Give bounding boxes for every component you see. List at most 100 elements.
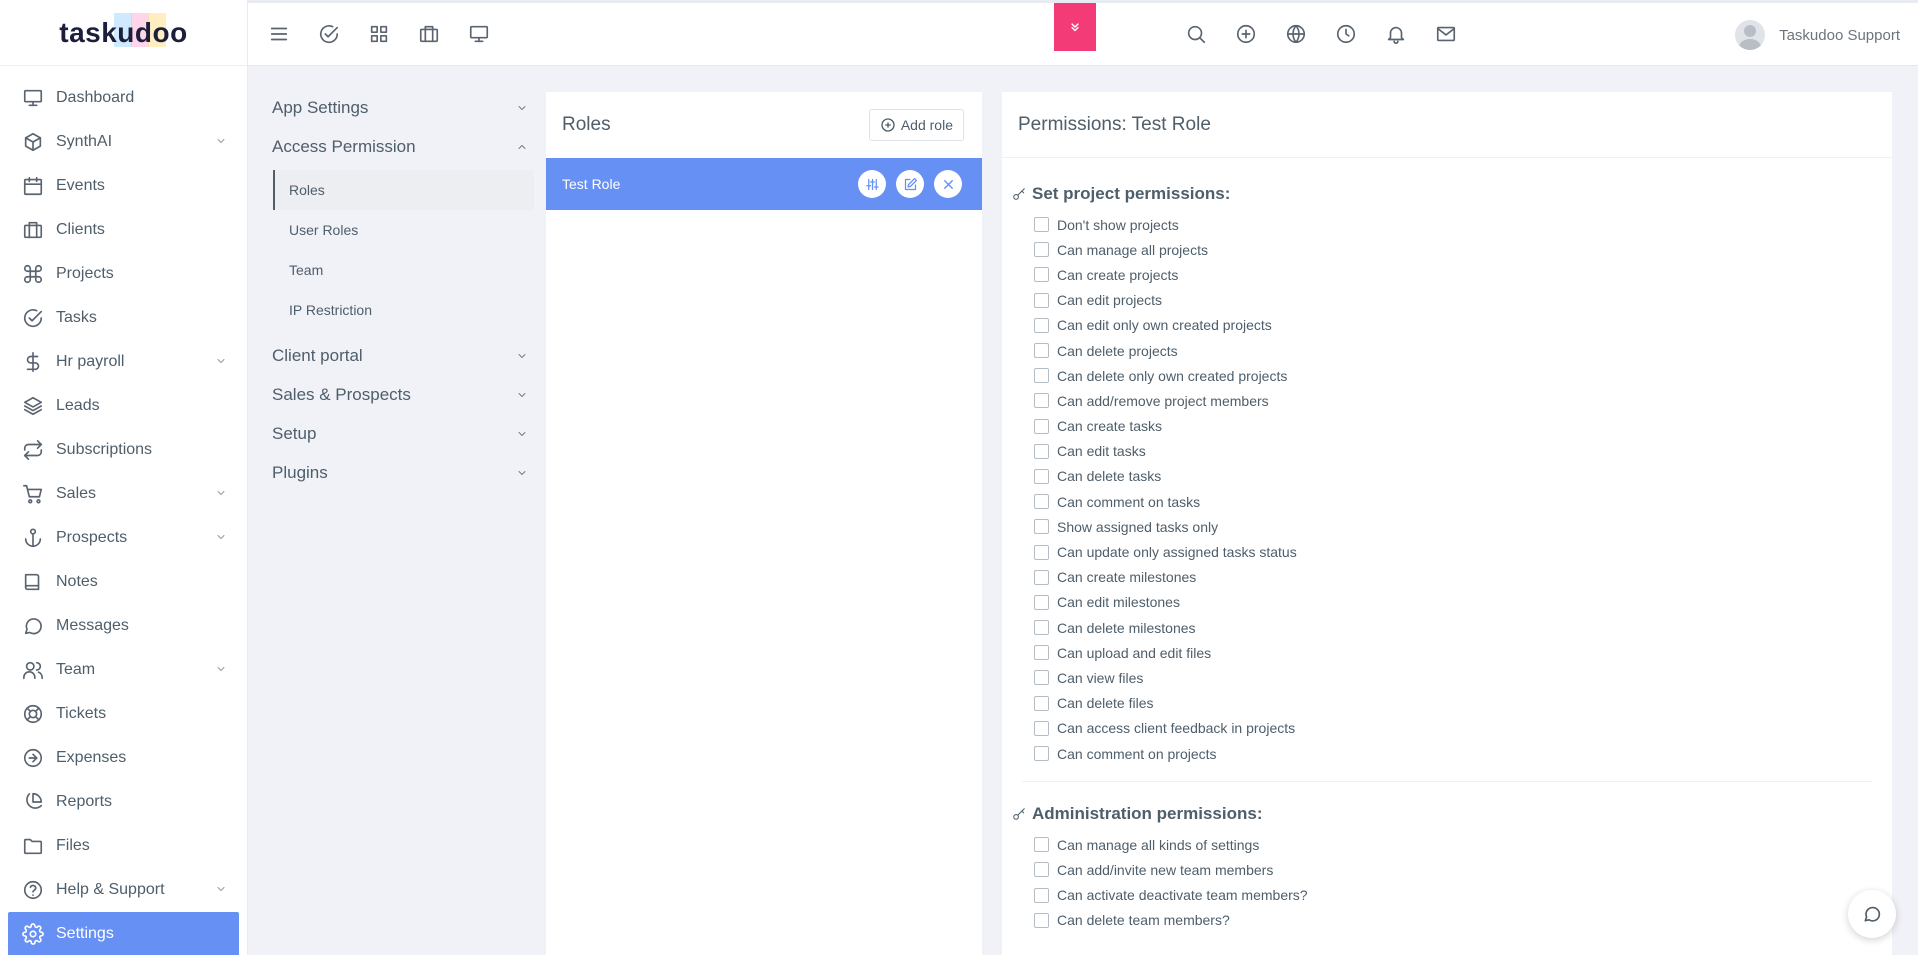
permission-item[interactable]: Can create projects	[1012, 262, 1892, 287]
user-menu[interactable]: Taskudoo Support	[1735, 20, 1900, 50]
topbar-toggle-button[interactable]	[1054, 3, 1096, 51]
permission-item[interactable]: Can add/remove project members	[1012, 388, 1892, 413]
permission-checkbox[interactable]	[1034, 494, 1049, 510]
sidebar-item-files[interactable]: Files	[0, 824, 247, 868]
permission-checkbox[interactable]	[1034, 569, 1049, 585]
permission-item[interactable]: Can edit milestones	[1012, 590, 1892, 615]
permission-checkbox[interactable]	[1034, 519, 1049, 535]
topbar-check-circle-button[interactable]	[318, 23, 340, 45]
permission-item[interactable]: Can create tasks	[1012, 414, 1892, 439]
logo[interactable]: taskudoo	[0, 0, 247, 66]
sidebar-item-events[interactable]: Events	[0, 164, 247, 208]
permission-checkbox[interactable]	[1034, 695, 1049, 711]
permission-checkbox[interactable]	[1034, 343, 1049, 359]
sidebar-item-sales[interactable]: Sales	[0, 472, 247, 516]
settings-group-client-portal[interactable]: Client portal	[272, 336, 534, 375]
permission-item[interactable]: Can add/invite new team members	[1012, 857, 1892, 882]
role-edit-button[interactable]	[896, 170, 924, 198]
permission-item[interactable]: Can delete files	[1012, 691, 1892, 716]
topbar-bell-button[interactable]	[1385, 23, 1407, 45]
topbar-monitor-button[interactable]	[468, 23, 490, 45]
permission-checkbox[interactable]	[1034, 418, 1049, 434]
permission-checkbox[interactable]	[1034, 217, 1049, 233]
topbar-globe-button[interactable]	[1285, 23, 1307, 45]
topbar-plus-circle-button[interactable]	[1235, 23, 1257, 45]
settings-group-setup[interactable]: Setup	[272, 414, 534, 453]
settings-item-user-roles[interactable]: User Roles	[273, 210, 534, 250]
permission-checkbox[interactable]	[1034, 594, 1049, 610]
sidebar-item-hr-payroll[interactable]: Hr payroll	[0, 340, 247, 384]
sidebar-item-projects[interactable]: Projects	[0, 252, 247, 296]
sidebar-item-tasks[interactable]: Tasks	[0, 296, 247, 340]
sidebar-item-dashboard[interactable]: Dashboard	[0, 76, 247, 120]
chat-button[interactable]	[1848, 890, 1896, 938]
permission-item[interactable]: Can edit only own created projects	[1012, 313, 1892, 338]
permission-checkbox[interactable]	[1034, 544, 1049, 560]
permission-item[interactable]: Can comment on projects	[1012, 741, 1892, 766]
permission-item[interactable]: Can delete projects	[1012, 338, 1892, 363]
permission-checkbox[interactable]	[1034, 645, 1049, 661]
sidebar-item-prospects[interactable]: Prospects	[0, 516, 247, 560]
sidebar-item-team[interactable]: Team	[0, 648, 247, 692]
permission-item[interactable]: Can access client feedback in projects	[1012, 716, 1892, 741]
permission-item[interactable]: Can delete tasks	[1012, 464, 1892, 489]
topbar-mail-button[interactable]	[1435, 23, 1457, 45]
permission-item[interactable]: Don't show projects	[1012, 212, 1892, 237]
topbar-clock-button[interactable]	[1335, 23, 1357, 45]
permission-checkbox[interactable]	[1034, 317, 1049, 333]
permission-item[interactable]: Show assigned tasks only	[1012, 514, 1892, 539]
topbar-menu-button[interactable]	[268, 23, 290, 45]
sidebar-item-notes[interactable]: Notes	[0, 560, 247, 604]
sidebar-item-reports[interactable]: Reports	[0, 780, 247, 824]
topbar-briefcase-button[interactable]	[418, 23, 440, 45]
permission-checkbox[interactable]	[1034, 912, 1049, 928]
permission-checkbox[interactable]	[1034, 292, 1049, 308]
permission-item[interactable]: Can update only assigned tasks status	[1012, 539, 1892, 564]
permission-item[interactable]: Can edit projects	[1012, 288, 1892, 313]
role-delete-button[interactable]	[934, 170, 962, 198]
permission-item[interactable]: Can upload and edit files	[1012, 640, 1892, 665]
topbar-search-button[interactable]	[1185, 23, 1207, 45]
settings-group-access-permission[interactable]: Access Permission	[272, 127, 534, 166]
permission-checkbox[interactable]	[1034, 862, 1049, 878]
permission-item[interactable]: Can delete team members?	[1012, 908, 1892, 933]
sidebar-item-subscriptions[interactable]: Subscriptions	[0, 428, 247, 472]
sidebar-item-help-support[interactable]: Help & Support	[0, 868, 247, 912]
permission-item[interactable]: Can edit tasks	[1012, 439, 1892, 464]
permission-checkbox[interactable]	[1034, 837, 1049, 853]
sidebar-item-expenses[interactable]: Expenses	[0, 736, 247, 780]
add-role-button[interactable]: Add role	[868, 109, 964, 141]
permission-item[interactable]: Can manage all kinds of settings	[1012, 832, 1892, 857]
topbar-grid-button[interactable]	[368, 23, 390, 45]
permission-checkbox[interactable]	[1034, 443, 1049, 459]
settings-item-team[interactable]: Team	[273, 250, 534, 290]
permission-checkbox[interactable]	[1034, 670, 1049, 686]
permission-checkbox[interactable]	[1034, 368, 1049, 384]
permission-checkbox[interactable]	[1034, 468, 1049, 484]
settings-item-roles[interactable]: Roles	[273, 170, 534, 210]
permission-item[interactable]: Can create milestones	[1012, 565, 1892, 590]
sidebar-item-clients[interactable]: Clients	[0, 208, 247, 252]
permission-item[interactable]: Can activate deactivate team members?	[1012, 883, 1892, 908]
sidebar-item-settings[interactable]: Settings	[8, 912, 239, 955]
permission-checkbox[interactable]	[1034, 242, 1049, 258]
role-row[interactable]: Test Role	[546, 158, 982, 210]
permission-item[interactable]: Can comment on tasks	[1012, 489, 1892, 514]
settings-group-app-settings[interactable]: App Settings	[272, 88, 534, 127]
permission-checkbox[interactable]	[1034, 620, 1049, 636]
permission-item[interactable]: Can delete only own created projects	[1012, 363, 1892, 388]
permission-item[interactable]: Can delete milestones	[1012, 615, 1892, 640]
permission-checkbox[interactable]	[1034, 393, 1049, 409]
permission-checkbox[interactable]	[1034, 746, 1049, 762]
sidebar-item-messages[interactable]: Messages	[0, 604, 247, 648]
role-permissions-button[interactable]	[858, 170, 886, 198]
sidebar-item-leads[interactable]: Leads	[0, 384, 247, 428]
settings-group-sales-prospects[interactable]: Sales & Prospects	[272, 375, 534, 414]
permission-checkbox[interactable]	[1034, 887, 1049, 903]
permission-checkbox[interactable]	[1034, 720, 1049, 736]
sidebar-item-synthai[interactable]: SynthAI	[0, 120, 247, 164]
sidebar-item-tickets[interactable]: Tickets	[0, 692, 247, 736]
settings-group-plugins[interactable]: Plugins	[272, 453, 534, 492]
permission-item[interactable]: Can view files	[1012, 665, 1892, 690]
settings-item-ip-restriction[interactable]: IP Restriction	[273, 290, 534, 330]
